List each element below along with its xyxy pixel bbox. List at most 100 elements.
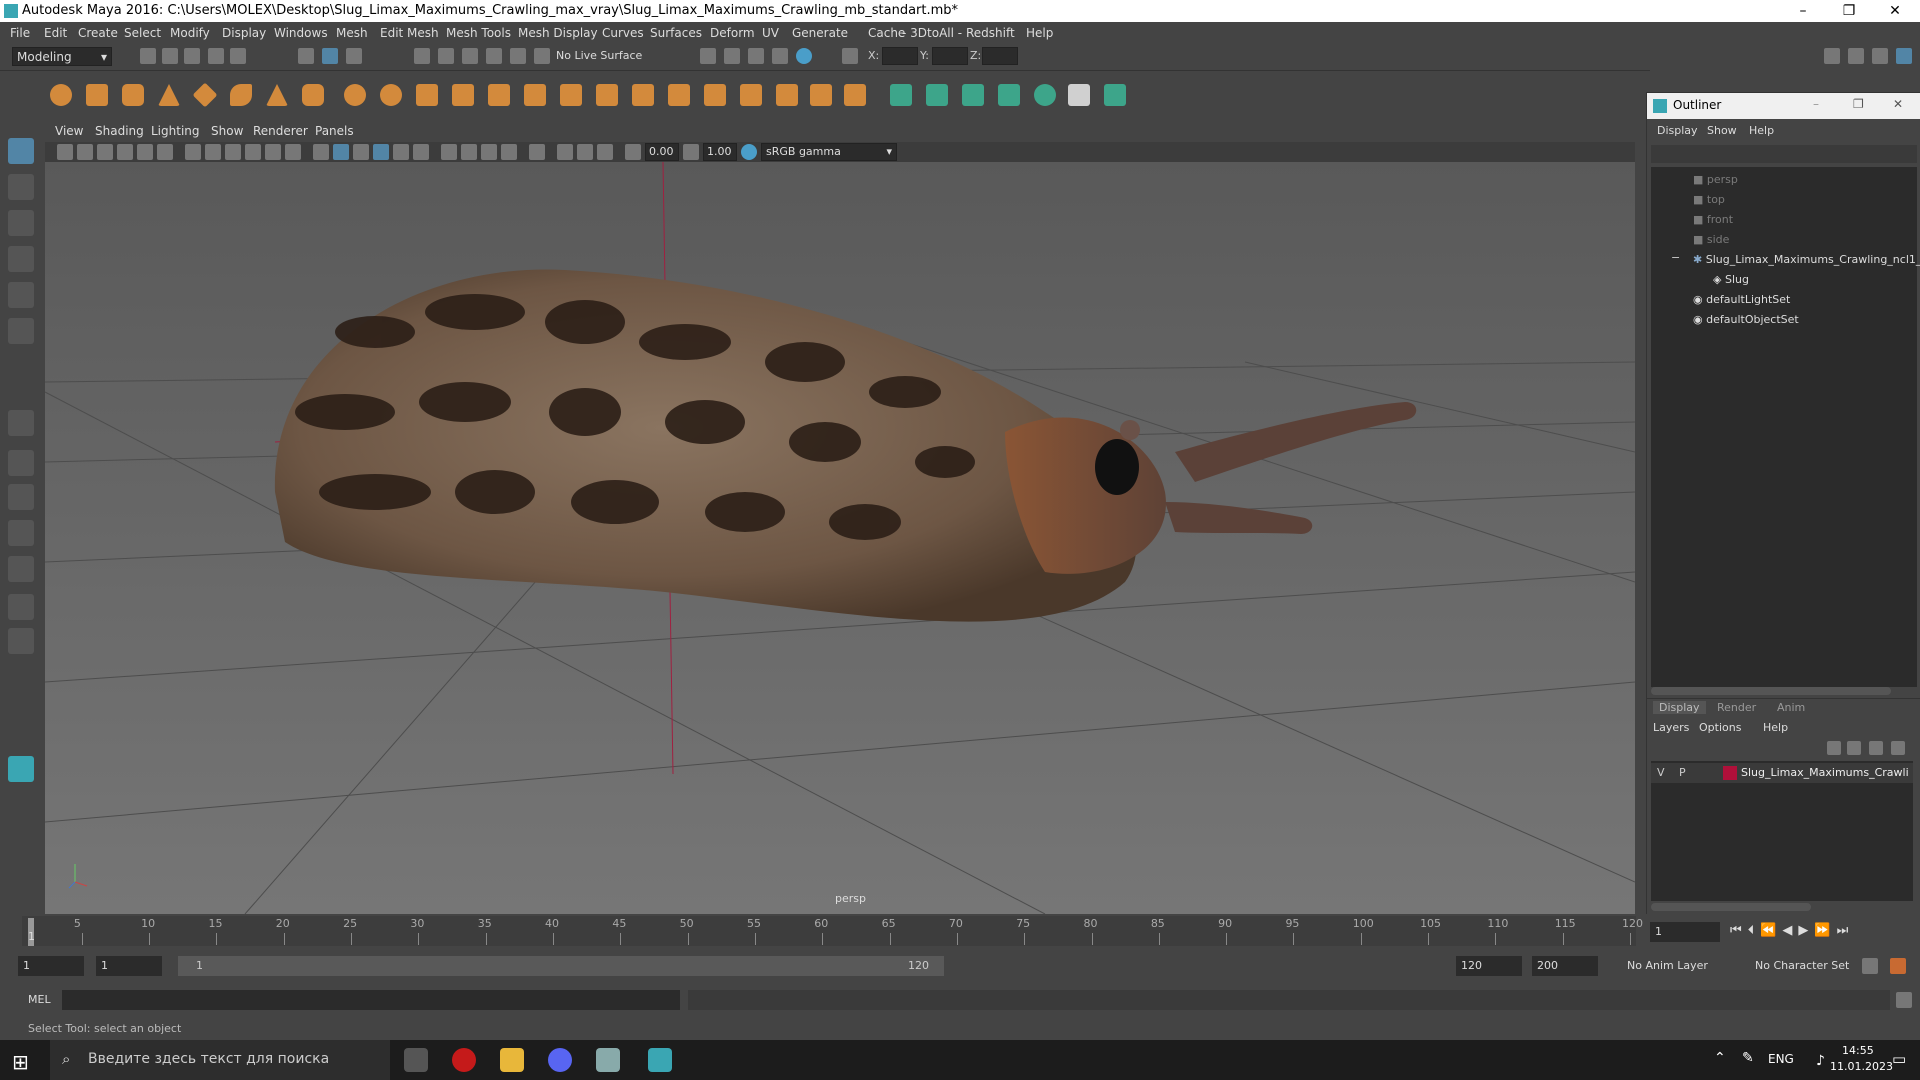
rotate-tool-icon[interactable] <box>8 282 34 308</box>
combine-icon[interactable] <box>344 84 366 106</box>
restore-button[interactable]: ❐ <box>1826 0 1872 22</box>
outliner-item-front[interactable]: ■ front <box>1693 213 1733 233</box>
minimize-button[interactable]: – <box>1780 0 1826 22</box>
single-perspective-layout-icon[interactable] <box>8 410 34 436</box>
viewport-menu-view[interactable]: View <box>55 124 83 138</box>
outliner-item-slug[interactable]: ◈ Slug <box>1713 273 1749 293</box>
close-button[interactable]: ✕ <box>1872 0 1918 22</box>
menu-generate[interactable]: Generate <box>792 26 848 40</box>
menu-display[interactable]: Display <box>222 26 266 40</box>
opera-icon[interactable] <box>452 1048 476 1072</box>
viewport-menu-panels[interactable]: Panels <box>315 124 354 138</box>
layer-row[interactable]: V P Slug_Limax_Maximums_Crawli <box>1651 763 1913 783</box>
target-weld-icon[interactable] <box>632 84 654 106</box>
layer-menu-options[interactable]: Options <box>1699 721 1741 734</box>
layer-tab-display[interactable]: Display <box>1653 701 1706 714</box>
viewport-menu-renderer[interactable]: Renderer <box>253 124 308 138</box>
append-polygon-icon[interactable] <box>488 84 510 106</box>
fill-hole-icon[interactable] <box>844 84 866 106</box>
reduce-icon[interactable] <box>740 84 762 106</box>
layer-tab-anim[interactable]: Anim <box>1777 701 1805 714</box>
ambient-occlusion-icon[interactable] <box>441 144 457 160</box>
image-plane-icon[interactable] <box>117 144 133 160</box>
attribute-editor-icon[interactable] <box>1848 48 1864 64</box>
y-field[interactable] <box>932 47 968 65</box>
new-scene-icon[interactable] <box>140 48 156 64</box>
menu-surfaces[interactable]: Surfaces <box>650 26 702 40</box>
outliner-item-default-light-set[interactable]: ◉ defaultLightSet <box>1693 293 1790 313</box>
select-hierarchy-icon[interactable] <box>298 48 314 64</box>
merge-icon[interactable] <box>668 84 690 106</box>
menu-windows[interactable]: Windows <box>274 26 328 40</box>
mirror-icon[interactable] <box>776 84 798 106</box>
layer-color-swatch[interactable] <box>1723 766 1737 780</box>
two-view-layout-icon[interactable] <box>8 484 34 510</box>
menu-redshift[interactable]: Redshift <box>966 26 1015 40</box>
current-frame-field[interactable]: 1 <box>1650 922 1720 942</box>
layer-menu-layers[interactable]: Layers <box>1653 721 1689 734</box>
layer-tab-render[interactable]: Render <box>1717 701 1756 714</box>
maya-taskbar-icon[interactable] <box>648 1048 672 1072</box>
checker-icon[interactable] <box>1068 84 1090 106</box>
exposure-icon[interactable] <box>625 144 641 160</box>
go-to-end-icon[interactable]: ⏭ <box>1837 923 1855 938</box>
save-scene-icon[interactable] <box>184 48 200 64</box>
shadows-icon[interactable] <box>413 144 429 160</box>
snap-grid-icon[interactable] <box>414 48 430 64</box>
command-language-label[interactable]: MEL <box>28 993 51 1006</box>
outliner-layout-icon[interactable] <box>8 520 34 546</box>
outliner-item-default-object-set[interactable]: ◉ defaultObjectSet <box>1693 313 1799 333</box>
camera-attributes-icon[interactable] <box>77 144 93 160</box>
uv-layout-icon[interactable] <box>8 628 34 654</box>
use-default-material-icon[interactable] <box>353 144 369 160</box>
pen-icon[interactable]: ✎ <box>1742 1050 1754 1066</box>
outliner-item-top[interactable]: ■ top <box>1693 193 1725 213</box>
select-tool-icon[interactable] <box>8 138 34 164</box>
viewport-menu-show[interactable]: Show <box>211 124 243 138</box>
new-layer-icon[interactable] <box>1869 741 1883 755</box>
outliner-filter-field[interactable] <box>1651 145 1917 163</box>
z-field[interactable] <box>982 47 1018 65</box>
anim-layer-dropdown[interactable]: No Anim Layer <box>1622 956 1742 976</box>
menu-modify[interactable]: Modify <box>170 26 210 40</box>
file-explorer-icon[interactable] <box>500 1048 524 1072</box>
gate-mask-icon[interactable] <box>245 144 261 160</box>
modeling-toolkit-icon[interactable] <box>1824 48 1840 64</box>
insert-edge-loop-icon[interactable] <box>596 84 618 106</box>
playback-start-field[interactable]: 1 <box>96 956 162 976</box>
outliner-horizontal-scrollbar[interactable] <box>1651 687 1891 695</box>
ipr-render-icon[interactable] <box>748 48 764 64</box>
layer-horizontal-scrollbar[interactable] <box>1651 903 1811 911</box>
two-d-pan-icon[interactable] <box>137 144 153 160</box>
poly-cylinder-icon[interactable] <box>122 84 144 106</box>
snap-curve-icon[interactable] <box>438 48 454 64</box>
outliner-close-button[interactable]: ✕ <box>1893 97 1903 111</box>
textured-icon[interactable] <box>373 144 389 160</box>
menu-mesh[interactable]: Mesh <box>336 26 368 40</box>
wireframe-icon[interactable] <box>313 144 329 160</box>
motion-blur-icon[interactable] <box>461 144 477 160</box>
render-frame-icon[interactable] <box>724 48 740 64</box>
move-layer-down-icon[interactable] <box>1847 741 1861 755</box>
bevel-icon[interactable] <box>524 84 546 106</box>
hypershade-icon[interactable] <box>796 48 812 64</box>
language-indicator[interactable]: ENG <box>1768 1052 1794 1066</box>
play-forwards-icon[interactable]: ▶ <box>1798 923 1814 938</box>
snap-point-icon[interactable] <box>462 48 478 64</box>
viewport-canvas[interactable]: persp <box>45 162 1635 914</box>
menu-deform[interactable]: Deform <box>710 26 755 40</box>
anti-aliasing-icon[interactable] <box>481 144 497 160</box>
outliner-item-side[interactable]: ■ side <box>1693 233 1729 253</box>
collapse-toggle-icon[interactable]: − <box>1671 251 1680 264</box>
boolean-icon[interactable] <box>810 84 832 106</box>
snap-magnet-icon[interactable] <box>534 48 550 64</box>
resolution-gate-icon[interactable] <box>225 144 241 160</box>
color-management-icon[interactable] <box>741 144 757 160</box>
animation-end-field[interactable]: 200 <box>1532 956 1598 976</box>
gamma-icon[interactable] <box>683 144 699 160</box>
step-back-key-icon[interactable]: ⏪ <box>1760 923 1782 938</box>
discord-icon[interactable] <box>548 1048 572 1072</box>
slug-model[interactable] <box>274 269 1417 622</box>
use-all-lights-icon[interactable] <box>393 144 409 160</box>
task-view-icon[interactable] <box>404 1048 428 1072</box>
